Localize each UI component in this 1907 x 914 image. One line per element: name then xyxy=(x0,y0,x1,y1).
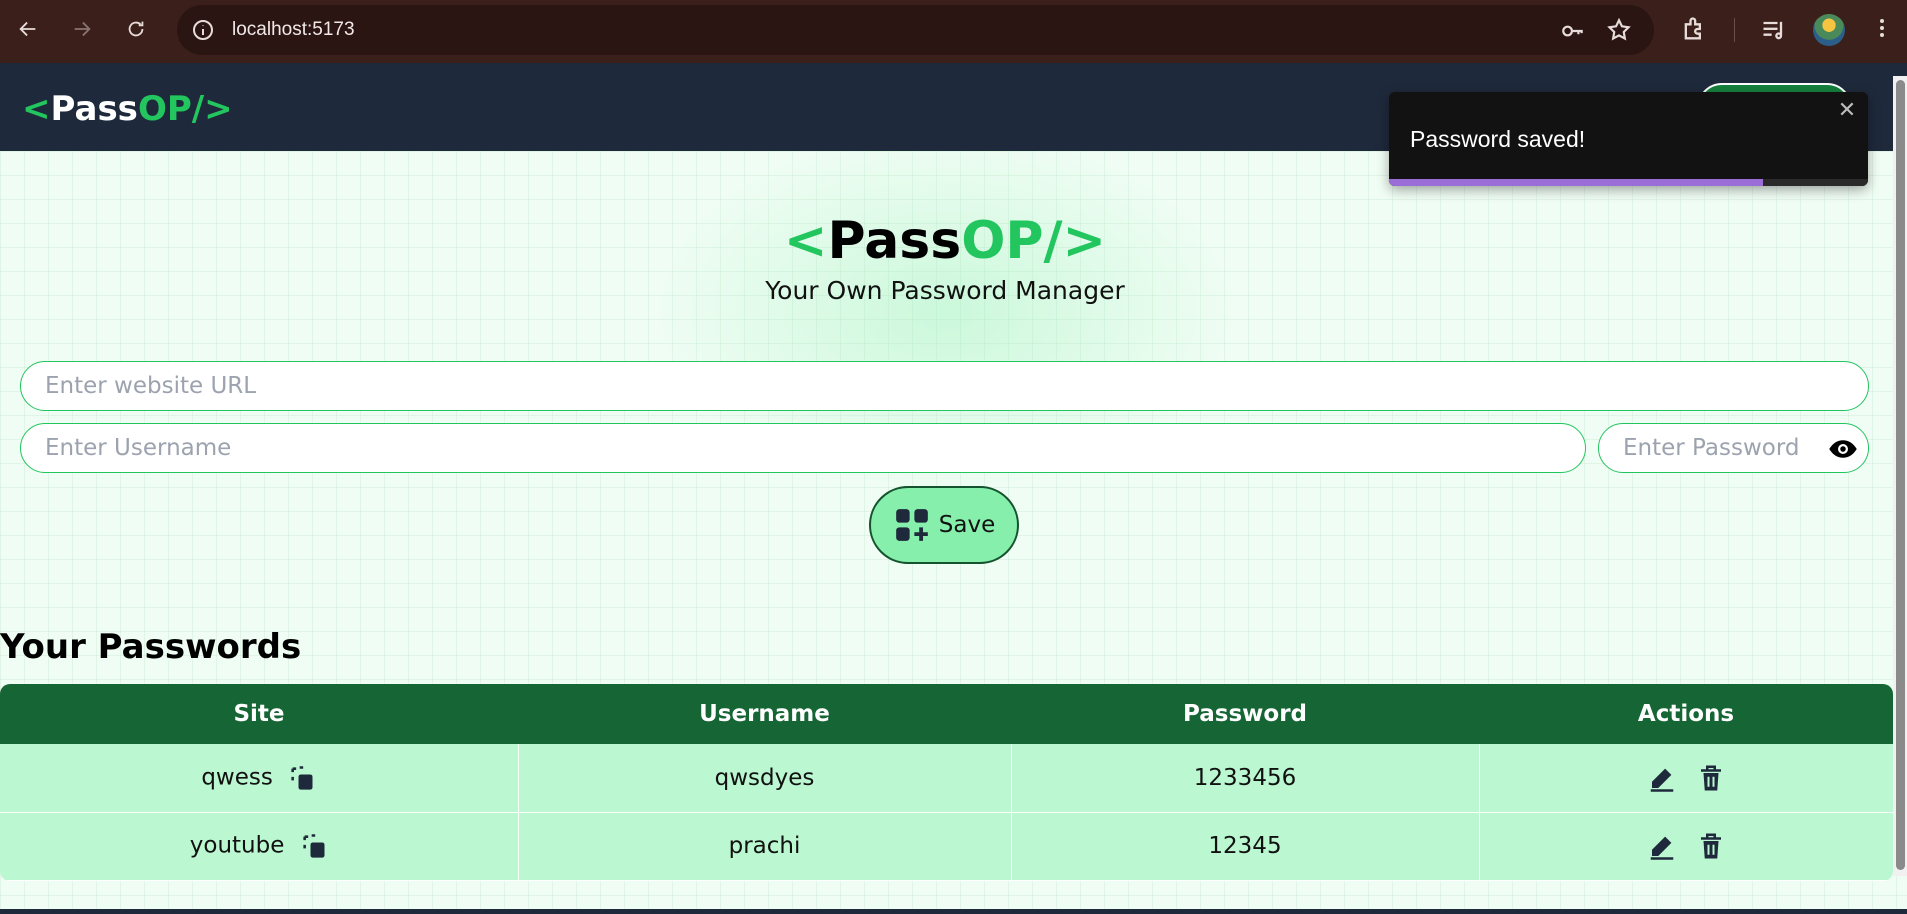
site-cell: qwess xyxy=(0,744,519,813)
forward-icon[interactable] xyxy=(66,13,98,45)
edit-icon[interactable] xyxy=(1647,831,1677,861)
username-input[interactable] xyxy=(21,424,1585,472)
column-header-username: Username xyxy=(518,684,1011,744)
site-info-icon[interactable] xyxy=(191,18,215,42)
column-header-actions: Actions xyxy=(1479,684,1893,744)
save-button[interactable]: Save xyxy=(869,486,1019,564)
website-url-input[interactable] xyxy=(21,362,1868,410)
media-control-icon[interactable] xyxy=(1760,16,1788,44)
main-content: <PassOP/> Your Own Password Manager Save… xyxy=(0,151,1907,914)
column-header-site: Site xyxy=(0,684,518,744)
actions-cell xyxy=(1478,812,1893,881)
browser-toolbar: localhost:5173 xyxy=(0,0,1907,63)
passwords-table: Site Username Password Actions qwess qws… xyxy=(0,684,1893,881)
site-cell: youtube xyxy=(0,812,519,881)
toast-notification: Password saved! ✕ xyxy=(1389,92,1868,186)
url-field[interactable] xyxy=(20,361,1869,411)
logo-pass: Pass xyxy=(50,89,138,129)
table-header-row: Site Username Password Actions xyxy=(0,684,1893,744)
table-row: youtube prachi 12345 xyxy=(0,812,1893,881)
show-password-eye-icon[interactable] xyxy=(1828,437,1858,461)
actions-cell xyxy=(1478,744,1893,813)
toast-progress-bar xyxy=(1389,179,1763,186)
navbar-logo[interactable]: <PassOP/> xyxy=(22,89,233,129)
page-subtitle: Your Own Password Manager xyxy=(765,276,1125,305)
table-row: qwess qwsdyes 1233456 xyxy=(0,744,1893,813)
address-bar[interactable]: localhost:5173 xyxy=(177,5,1654,55)
profile-avatar[interactable] xyxy=(1813,14,1845,46)
copy-icon[interactable] xyxy=(300,832,328,860)
bookmark-star-icon[interactable] xyxy=(1606,17,1632,43)
hero-logo: <PassOP/> xyxy=(0,211,1890,271)
username-cell: prachi xyxy=(517,812,1012,881)
site-link[interactable]: qwess xyxy=(201,764,273,790)
page-scrollbar-thumb[interactable] xyxy=(1896,80,1905,870)
password-key-icon[interactable] xyxy=(1560,18,1586,44)
back-icon[interactable] xyxy=(12,13,44,45)
toast-message: Password saved! xyxy=(1410,126,1586,152)
extensions-icon[interactable] xyxy=(1680,15,1708,43)
copy-icon[interactable] xyxy=(288,764,316,792)
logo-op: OP/> xyxy=(137,89,233,129)
site-link[interactable]: youtube xyxy=(190,833,285,859)
reload-icon[interactable] xyxy=(120,13,152,45)
hero-logo-bracket: < xyxy=(783,211,828,271)
username-cell: qwsdyes xyxy=(517,744,1012,813)
column-header-password: Password xyxy=(1011,684,1479,744)
hero-logo-op: OP/> xyxy=(961,211,1107,271)
url-text[interactable]: localhost:5173 xyxy=(232,19,355,41)
footer-bar xyxy=(0,909,1907,914)
toolbar-divider xyxy=(1734,18,1735,42)
delete-trash-icon[interactable] xyxy=(1696,763,1726,793)
passwords-title: Your Passwords xyxy=(0,627,302,667)
more-menu-icon[interactable] xyxy=(1870,16,1894,44)
save-button-label: Save xyxy=(938,512,996,538)
logo-bracket: < xyxy=(22,89,51,129)
password-field[interactable] xyxy=(1598,423,1869,473)
hero-logo-pass: Pass xyxy=(827,211,962,271)
password-cell: 12345 xyxy=(1010,812,1480,881)
username-field[interactable] xyxy=(20,423,1586,473)
password-cell: 1233456 xyxy=(1010,744,1480,813)
edit-icon[interactable] xyxy=(1647,763,1677,793)
toast-close-icon[interactable]: ✕ xyxy=(1836,100,1858,122)
delete-trash-icon[interactable] xyxy=(1696,831,1726,861)
add-grid-icon xyxy=(895,509,928,541)
